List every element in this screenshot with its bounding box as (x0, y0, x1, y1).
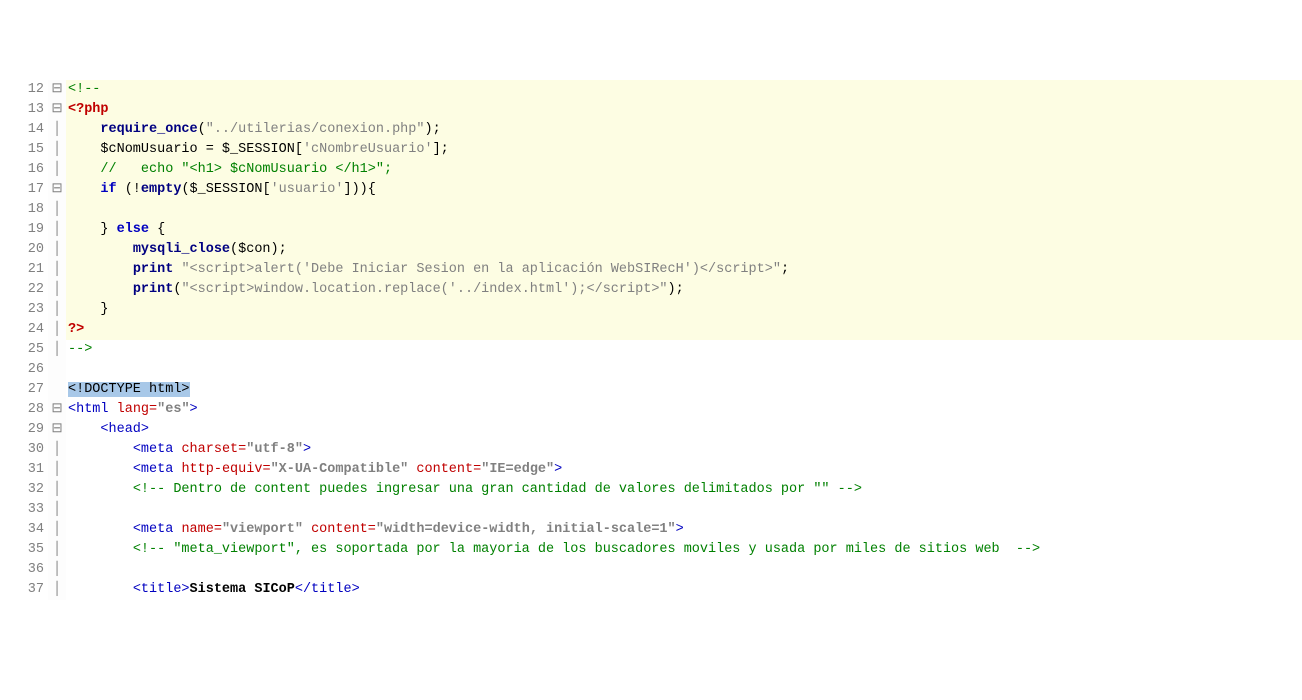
line-number: 14 (0, 120, 44, 140)
code-line[interactable]: } (66, 300, 1302, 320)
fold-marker[interactable]: ⊟ (48, 100, 66, 120)
line-number: 12 (0, 80, 44, 100)
line-number: 33 (0, 500, 44, 520)
fold-marker[interactable] (48, 380, 66, 400)
code-line[interactable] (66, 500, 1302, 520)
line-number: 17 (0, 180, 44, 200)
code-line[interactable] (66, 560, 1302, 580)
code-line[interactable]: require_once("../utilerias/conexion.php"… (66, 120, 1302, 140)
line-number: 34 (0, 520, 44, 540)
fold-marker[interactable]: │ (48, 540, 66, 560)
line-number: 23 (0, 300, 44, 320)
line-number: 25 (0, 340, 44, 360)
fold-marker[interactable]: │ (48, 440, 66, 460)
code-area[interactable]: <!--<?php require_once("../utilerias/con… (66, 80, 1302, 600)
code-line[interactable] (66, 360, 1302, 380)
line-number: 15 (0, 140, 44, 160)
line-number: 22 (0, 280, 44, 300)
fold-marker[interactable]: │ (48, 580, 66, 600)
code-line[interactable]: $cNomUsuario = $_SESSION['cNombreUsuario… (66, 140, 1302, 160)
fold-marker[interactable]: │ (48, 460, 66, 480)
line-number: 37 (0, 580, 44, 600)
fold-marker[interactable] (48, 360, 66, 380)
fold-marker[interactable]: ⊟ (48, 420, 66, 440)
fold-marker[interactable]: │ (48, 240, 66, 260)
line-number: 30 (0, 440, 44, 460)
line-number: 20 (0, 240, 44, 260)
fold-marker[interactable]: │ (48, 560, 66, 580)
code-line[interactable]: <meta charset="utf-8"> (66, 440, 1302, 460)
line-number: 36 (0, 560, 44, 580)
line-number: 35 (0, 540, 44, 560)
line-number: 21 (0, 260, 44, 280)
code-line[interactable]: --> (66, 340, 1302, 360)
fold-marker[interactable]: │ (48, 520, 66, 540)
fold-marker[interactable]: │ (48, 280, 66, 300)
line-number: 13 (0, 100, 44, 120)
code-line[interactable]: mysqli_close($con); (66, 240, 1302, 260)
line-number: 28 (0, 400, 44, 420)
line-number: 24 (0, 320, 44, 340)
line-number: 18 (0, 200, 44, 220)
fold-marker[interactable]: │ (48, 300, 66, 320)
line-number: 19 (0, 220, 44, 240)
code-line[interactable]: <head> (66, 420, 1302, 440)
fold-marker[interactable]: │ (48, 500, 66, 520)
line-number: 26 (0, 360, 44, 380)
code-line[interactable]: <html lang="es"> (66, 400, 1302, 420)
code-line[interactable] (66, 200, 1302, 220)
fold-marker[interactable]: ⊟ (48, 80, 66, 100)
fold-marker[interactable]: │ (48, 480, 66, 500)
fold-marker[interactable]: │ (48, 320, 66, 340)
code-line[interactable]: print("<script>window.location.replace('… (66, 280, 1302, 300)
code-line[interactable]: <!-- (66, 80, 1302, 100)
code-line[interactable]: <?php (66, 100, 1302, 120)
line-number: 29 (0, 420, 44, 440)
line-number: 32 (0, 480, 44, 500)
line-number: 16 (0, 160, 44, 180)
fold-marker[interactable]: │ (48, 140, 66, 160)
code-editor[interactable]: 1213141516171819202122232425262728293031… (0, 80, 1302, 600)
code-line[interactable]: <meta name="viewport" content="width=dev… (66, 520, 1302, 540)
fold-gutter[interactable]: ⊟⊟│││⊟││││││││ ⊟⊟││││││││ (48, 80, 66, 600)
code-line[interactable]: // echo "<h1> $cNomUsuario </h1>"; (66, 160, 1302, 180)
code-line[interactable]: ?> (66, 320, 1302, 340)
line-number: 31 (0, 460, 44, 480)
code-line[interactable]: if (!empty($_SESSION['usuario'])){ (66, 180, 1302, 200)
fold-marker[interactable]: ⊟ (48, 400, 66, 420)
fold-marker[interactable]: │ (48, 200, 66, 220)
fold-marker[interactable]: │ (48, 340, 66, 360)
code-line[interactable]: print "<script>alert('Debe Iniciar Sesio… (66, 260, 1302, 280)
code-line[interactable]: } else { (66, 220, 1302, 240)
line-number-gutter: 1213141516171819202122232425262728293031… (0, 80, 48, 600)
fold-marker[interactable]: │ (48, 120, 66, 140)
code-line[interactable]: <meta http-equiv="X-UA-Compatible" conte… (66, 460, 1302, 480)
fold-marker[interactable]: │ (48, 160, 66, 180)
code-line[interactable]: <!DOCTYPE html> (66, 380, 1302, 400)
code-line[interactable]: <title>Sistema SICoP</title> (66, 580, 1302, 600)
code-line[interactable]: <!-- Dentro de content puedes ingresar u… (66, 480, 1302, 500)
fold-marker[interactable]: ⊟ (48, 180, 66, 200)
code-line[interactable]: <!-- "meta_viewport", es soportada por l… (66, 540, 1302, 560)
fold-marker[interactable]: │ (48, 260, 66, 280)
fold-marker[interactable]: │ (48, 220, 66, 240)
line-number: 27 (0, 380, 44, 400)
